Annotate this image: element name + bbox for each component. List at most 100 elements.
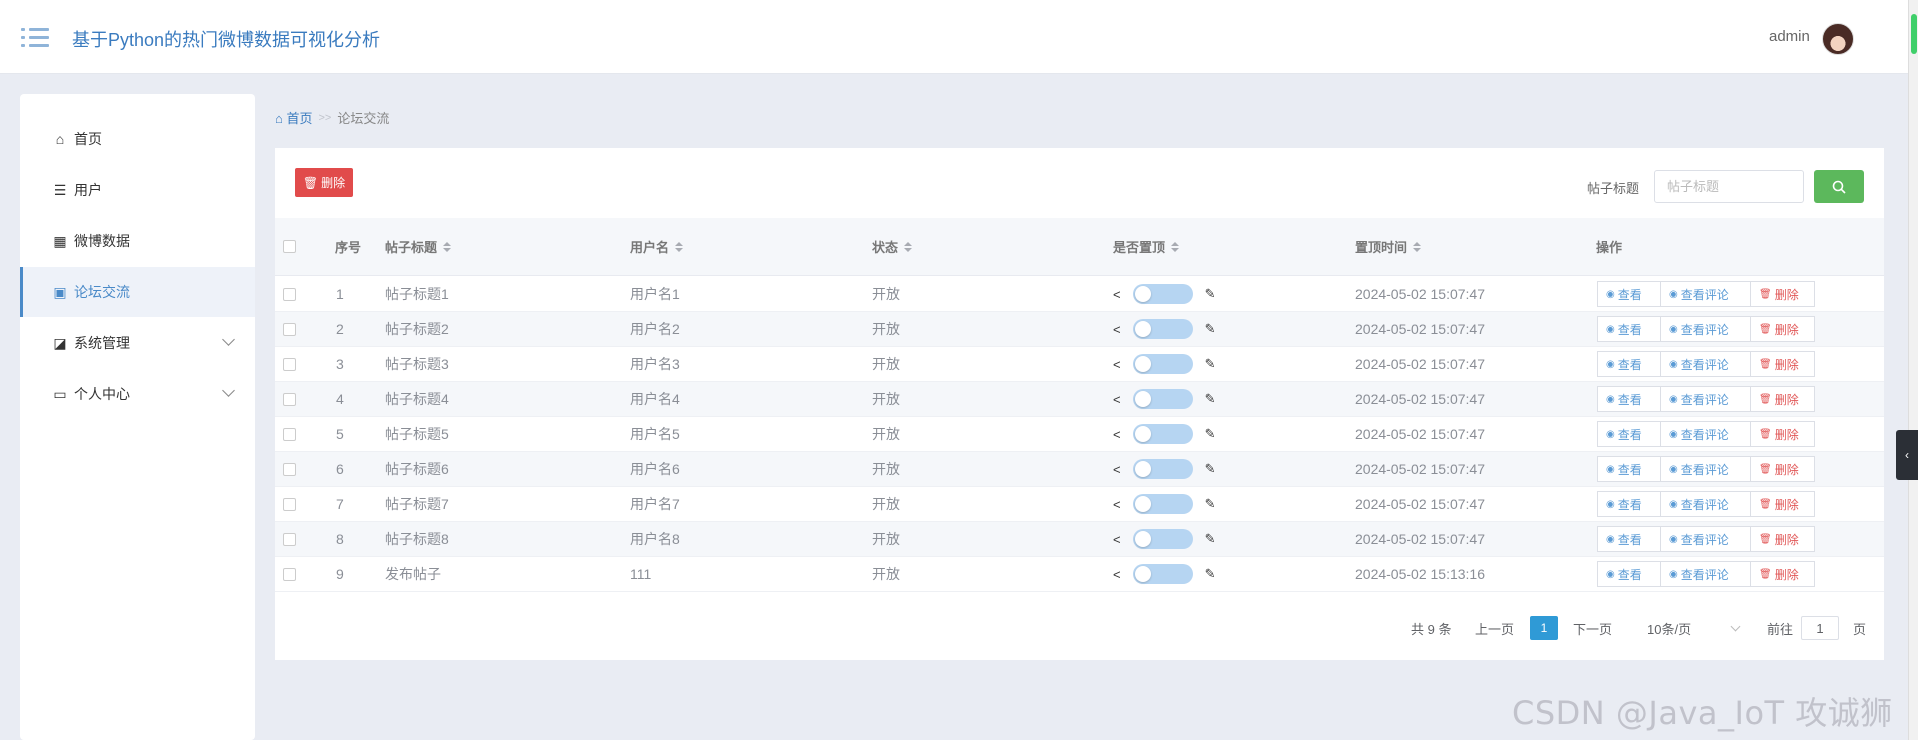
share-icon[interactable]: < [1113, 357, 1121, 372]
pin-toggle[interactable] [1132, 424, 1193, 444]
view-button[interactable]: ◉ 查看 [1597, 351, 1661, 377]
edit-icon[interactable]: ✎ [1205, 286, 1216, 302]
share-icon[interactable]: < [1113, 462, 1121, 477]
header-status[interactable]: 状态 [872, 218, 913, 275]
page-scrollbar[interactable] [1908, 0, 1918, 740]
header-pinned[interactable]: 是否置顶 [1113, 218, 1180, 275]
edit-icon[interactable]: ✎ [1205, 461, 1216, 477]
trash-icon: 🗑 [1759, 428, 1772, 440]
row-checkbox[interactable] [283, 522, 296, 556]
search-input[interactable] [1654, 170, 1804, 203]
view-comments-button[interactable]: ◉ 查看评论 [1660, 526, 1751, 552]
edit-icon[interactable]: ✎ [1205, 356, 1216, 372]
sort-icon[interactable] [904, 241, 913, 252]
edit-icon[interactable]: ✎ [1205, 496, 1216, 512]
delete-button[interactable]: 🗑 删除 [1750, 526, 1815, 552]
row-checkbox[interactable] [283, 277, 296, 311]
eye-icon: ◉ [1669, 463, 1678, 475]
select-all-checkbox[interactable] [283, 218, 296, 275]
row-checkbox[interactable] [283, 557, 296, 591]
row-pinned: < ✎ [1113, 487, 1216, 521]
view-comments-button[interactable]: ◉ 查看评论 [1660, 421, 1751, 447]
view-button[interactable]: ◉ 查看 [1597, 526, 1661, 552]
edit-icon[interactable]: ✎ [1205, 321, 1216, 337]
sort-icon[interactable] [675, 241, 684, 252]
search-button[interactable] [1814, 170, 1864, 203]
share-icon[interactable]: < [1113, 322, 1121, 337]
delete-button[interactable]: 🗑 删除 [1750, 421, 1815, 447]
view-button[interactable]: ◉ 查看 [1597, 281, 1661, 307]
trash-icon: 🗑 [1759, 463, 1772, 475]
view-button[interactable]: ◉ 查看 [1597, 561, 1661, 587]
pin-toggle[interactable] [1132, 354, 1193, 374]
delete-button[interactable]: 🗑 删除 [1750, 351, 1815, 377]
share-icon[interactable]: < [1113, 497, 1121, 512]
row-checkbox[interactable] [283, 487, 296, 521]
sidebar-item-5[interactable]: ▭ 个人中心 [20, 369, 255, 419]
sort-icon[interactable] [1171, 241, 1180, 252]
view-comments-button[interactable]: ◉ 查看评论 [1660, 561, 1751, 587]
pin-toggle[interactable] [1132, 319, 1193, 339]
avatar[interactable] [1822, 23, 1854, 55]
sidebar-item-0[interactable]: ⌂ 首页 [20, 114, 255, 164]
sidebar-item-2[interactable]: ▦ 微博数据 [20, 216, 255, 266]
edit-icon[interactable]: ✎ [1205, 566, 1216, 582]
share-icon[interactable]: < [1113, 567, 1121, 582]
edit-icon[interactable]: ✎ [1205, 531, 1216, 547]
pin-toggle[interactable] [1132, 389, 1193, 409]
share-icon[interactable]: < [1113, 427, 1121, 442]
row-checkbox[interactable] [283, 452, 296, 486]
row-checkbox[interactable] [283, 417, 296, 451]
menu-toggle-icon[interactable] [21, 26, 51, 48]
header-pin-time[interactable]: 置顶时间 [1355, 218, 1422, 275]
row-checkbox[interactable] [283, 382, 296, 416]
view-comments-button[interactable]: ◉ 查看评论 [1660, 386, 1751, 412]
view-comments-button[interactable]: ◉ 查看评论 [1660, 316, 1751, 342]
row-checkbox[interactable] [283, 312, 296, 346]
prev-page-button[interactable]: 上一页 [1475, 616, 1514, 640]
view-button[interactable]: ◉ 查看 [1597, 316, 1661, 342]
view-comments-button[interactable]: ◉ 查看评论 [1660, 351, 1751, 377]
view-comments-button[interactable]: ◉ 查看评论 [1660, 281, 1751, 307]
row-user: 用户名1 [630, 286, 680, 302]
page-size-select[interactable]: 10条/页 [1647, 616, 1741, 640]
page-number-current[interactable]: 1 [1530, 616, 1558, 640]
goto-page-input[interactable] [1801, 616, 1839, 640]
breadcrumb-home[interactable]: ⌂ 首页 [275, 108, 313, 127]
header-title[interactable]: 帖子标题 [385, 218, 452, 275]
delete-button[interactable]: 🗑 删除 [1750, 491, 1815, 517]
view-button[interactable]: ◉ 查看 [1597, 491, 1661, 517]
share-icon[interactable]: < [1113, 287, 1121, 302]
share-icon[interactable]: < [1113, 392, 1121, 407]
sidebar-item-4[interactable]: ◪ 系统管理 [20, 318, 255, 368]
view-button[interactable]: ◉ 查看 [1597, 456, 1661, 482]
edit-icon[interactable]: ✎ [1205, 426, 1216, 442]
share-icon[interactable]: < [1113, 532, 1121, 547]
sidebar-item-1[interactable]: ☰ 用户 [20, 165, 255, 215]
pin-toggle[interactable] [1132, 284, 1193, 304]
pin-toggle[interactable] [1132, 529, 1193, 549]
pin-toggle[interactable] [1132, 564, 1193, 584]
sort-icon[interactable] [443, 241, 452, 252]
batch-delete-button[interactable]: 🗑 删除 [295, 168, 353, 197]
user-name[interactable]: admin [1769, 28, 1810, 45]
delete-button[interactable]: 🗑 删除 [1750, 561, 1815, 587]
delete-button[interactable]: 🗑 删除 [1750, 386, 1815, 412]
delete-button[interactable]: 🗑 删除 [1750, 316, 1815, 342]
delete-button[interactable]: 🗑 删除 [1750, 456, 1815, 482]
view-button[interactable]: ◉ 查看 [1597, 386, 1661, 412]
edit-icon[interactable]: ✎ [1205, 391, 1216, 407]
sidebar-item-3[interactable]: ▣ 论坛交流 [20, 267, 255, 317]
sort-icon[interactable] [1413, 241, 1422, 252]
next-page-button[interactable]: 下一页 [1573, 616, 1612, 640]
delete-button[interactable]: 🗑 删除 [1750, 281, 1815, 307]
header-user[interactable]: 用户名 [630, 218, 684, 275]
view-comments-button[interactable]: ◉ 查看评论 [1660, 456, 1751, 482]
view-button[interactable]: ◉ 查看 [1597, 421, 1661, 447]
pin-toggle[interactable] [1132, 494, 1193, 514]
side-collapse-tab[interactable]: ‹ [1896, 430, 1918, 480]
view-comments-button[interactable]: ◉ 查看评论 [1660, 491, 1751, 517]
pin-toggle[interactable] [1132, 459, 1193, 479]
row-checkbox[interactable] [283, 347, 296, 381]
row-actions: ◉ 查看 ◉ 查看评论 🗑 删除 [1597, 277, 1815, 311]
